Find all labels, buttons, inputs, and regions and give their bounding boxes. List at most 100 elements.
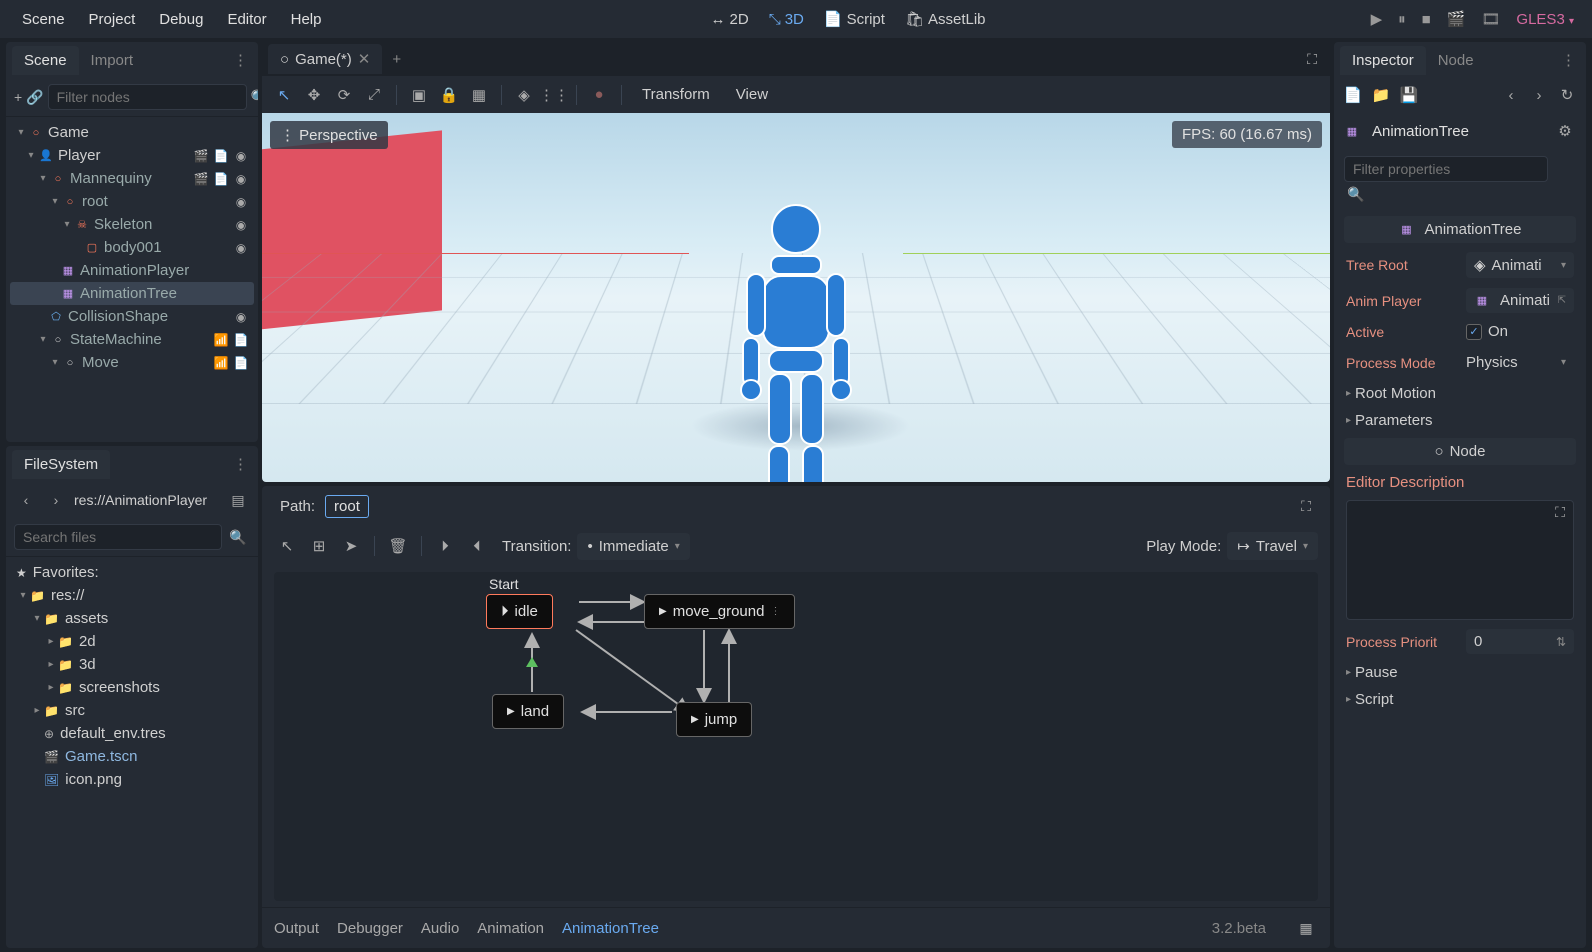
fs-grid-icon[interactable]: ▤ [226, 488, 250, 512]
add-node-icon[interactable]: + [14, 85, 22, 109]
script-icon[interactable]: 📄 [232, 333, 250, 347]
inspector-tools-icon[interactable]: ⚙ [1554, 120, 1576, 142]
anim-end-icon[interactable]: ⏴ [464, 533, 490, 559]
fs-path[interactable]: res://AnimationPlayer [74, 492, 220, 508]
history-fwd-icon[interactable]: › [1528, 84, 1550, 106]
anim-select-icon[interactable]: ↖ [274, 533, 300, 559]
distraction-free-icon[interactable]: ⛶ [1300, 47, 1324, 71]
tab-filesystem[interactable]: FileSystem [12, 450, 110, 479]
play-button[interactable]: ▶ [1363, 4, 1391, 34]
fs-search-input[interactable] [14, 524, 222, 550]
subcat-script[interactable]: ▸Script [1334, 686, 1586, 713]
perspective-menu[interactable]: ⋮ Perspective [270, 121, 388, 149]
state-move-ground[interactable]: ▶move_ground⋮ [644, 594, 795, 629]
fs-menu-icon[interactable]: ⋮ [229, 451, 252, 477]
fs-screenshots[interactable]: ▸📁screenshots [14, 676, 250, 699]
snap-icon[interactable]: ◈ [512, 83, 536, 107]
animationtree-tab[interactable]: AnimationTree [562, 920, 659, 937]
visibility-icon[interactable]: ◉ [232, 310, 250, 324]
pause-button[interactable]: ⏸ [1390, 5, 1414, 34]
snap-config-icon[interactable]: ⋮⋮ [542, 83, 566, 107]
fs-game-scene[interactable]: 🎬Game.tscn [14, 745, 250, 768]
scale-tool-icon[interactable]: ⤢ [362, 83, 386, 107]
anim-connect-icon[interactable]: ➤ [338, 533, 364, 559]
fs-res[interactable]: ▾📁res:// [14, 584, 250, 607]
node-state[interactable]: ▾○StateMachine📶📄 [10, 328, 254, 351]
section-animationtree[interactable]: ▦AnimationTree [1344, 216, 1576, 243]
workspace-3d[interactable]: ⤡ 3D [759, 5, 814, 34]
node-player[interactable]: ▾👤Player🎬📄◉ [10, 144, 254, 167]
transition-dropdown[interactable]: •Immediate▾ [577, 533, 689, 560]
lock-icon[interactable]: 🔒 [437, 83, 461, 107]
prop-processmode-value[interactable]: Physics▾ [1466, 350, 1574, 375]
transform-menu[interactable]: Transform [632, 82, 720, 107]
state-machine-canvas[interactable]: Start ⏵idle ▶move_ground⋮ ▶land ▶jump [274, 572, 1318, 901]
scene-tab-game[interactable]: ○Game(*)✕ [268, 44, 382, 74]
active-checkbox[interactable] [1466, 324, 1482, 340]
subcat-pause[interactable]: ▸Pause [1334, 659, 1586, 686]
audio-tab[interactable]: Audio [421, 920, 459, 937]
insp-search-icon[interactable]: 🔍 [1344, 182, 1368, 206]
menu-help[interactable]: Help [279, 5, 334, 34]
fs-fwd-icon[interactable]: › [44, 488, 68, 512]
fs-env[interactable]: ⊕default_env.tres [14, 722, 250, 745]
menu-editor[interactable]: Editor [215, 5, 278, 34]
play-custom-button[interactable]: 🎞 [1473, 4, 1508, 34]
tab-node[interactable]: Node [1426, 46, 1486, 75]
group-icon[interactable]: ▦ [467, 83, 491, 107]
subcat-parameters[interactable]: ▸Parameters [1334, 407, 1586, 434]
clapperboard-icon[interactable]: 🎬 [192, 172, 210, 186]
visibility-icon[interactable]: ◉ [232, 172, 250, 186]
anim-autoplay-icon[interactable]: ⏵ [432, 533, 458, 559]
anim-add-node-icon[interactable]: ⊞ [306, 533, 332, 559]
visibility-icon[interactable]: ◉ [232, 218, 250, 232]
camera-override-icon[interactable]: ● [587, 83, 611, 107]
node-animtree[interactable]: ▦AnimationTree [10, 282, 254, 305]
history-back-icon[interactable]: ‹ [1500, 84, 1522, 106]
menu-debug[interactable]: Debug [147, 5, 215, 34]
move-tool-icon[interactable]: ✥ [302, 83, 326, 107]
node-animplayer[interactable]: ▦AnimationPlayer [10, 259, 254, 282]
state-jump[interactable]: ▶jump [676, 702, 752, 737]
tab-import[interactable]: Import [79, 46, 146, 75]
node-root[interactable]: ▾○root◉ [10, 190, 254, 213]
inspector-menu-icon[interactable]: ⋮ [1557, 47, 1580, 73]
fs-icon-png[interactable]: 🖼icon.png [14, 768, 250, 791]
filter-properties-input[interactable] [1344, 156, 1548, 182]
stop-button[interactable]: ■ [1414, 5, 1439, 34]
menu-scene[interactable]: Scene [10, 5, 77, 34]
filter-nodes-input[interactable] [48, 84, 247, 110]
3d-viewport[interactable]: ⋮ Perspective FPS: 60 (16.67 ms) [262, 113, 1330, 482]
workspace-script[interactable]: 📄 Script [814, 4, 895, 34]
search-icon[interactable]: 🔍 [251, 85, 258, 109]
node-move[interactable]: ▾○Move📶📄 [10, 351, 254, 374]
clapperboard-icon[interactable]: 🎬 [192, 149, 210, 163]
state-idle[interactable]: ⏵idle [486, 594, 553, 629]
state-land[interactable]: ▶land [492, 694, 564, 729]
renderer-select[interactable]: GLES3 ▾ [1508, 5, 1582, 34]
script-icon[interactable]: 📄 [212, 149, 230, 163]
fs-3d[interactable]: ▸📁3d [14, 653, 250, 676]
prop-treeroot-value[interactable]: ◈Animati▾ [1466, 252, 1574, 278]
fs-2d[interactable]: ▸📁2d [14, 630, 250, 653]
fs-src[interactable]: ▸📁src [14, 699, 250, 722]
section-node[interactable]: ○Node [1344, 438, 1576, 465]
visibility-icon[interactable]: ◉ [232, 195, 250, 209]
script-icon[interactable]: 📄 [212, 172, 230, 186]
menu-project[interactable]: Project [77, 5, 148, 34]
visibility-icon[interactable]: ◉ [232, 149, 250, 163]
add-tab-icon[interactable]: + [382, 45, 411, 74]
animation-tab[interactable]: Animation [477, 920, 544, 937]
visibility-icon[interactable]: ◉ [232, 241, 250, 255]
save-resource-icon[interactable]: 💾 [1398, 84, 1420, 106]
node-collshape[interactable]: ⬠CollisionShape◉ [10, 305, 254, 328]
rotate-tool-icon[interactable]: ⟳ [332, 83, 356, 107]
workspace-assetlib[interactable]: 🛍 AssetLib [895, 4, 996, 34]
new-resource-icon[interactable]: 📄 [1342, 84, 1364, 106]
debugger-tab[interactable]: Debugger [337, 920, 403, 937]
scene-menu-icon[interactable]: ⋮ [229, 47, 252, 73]
signal-icon[interactable]: 📶 [212, 356, 230, 370]
subcat-root-motion[interactable]: ▸Root Motion [1334, 380, 1586, 407]
output-tab[interactable]: Output [274, 920, 319, 937]
signal-icon[interactable]: 📶 [212, 333, 230, 347]
